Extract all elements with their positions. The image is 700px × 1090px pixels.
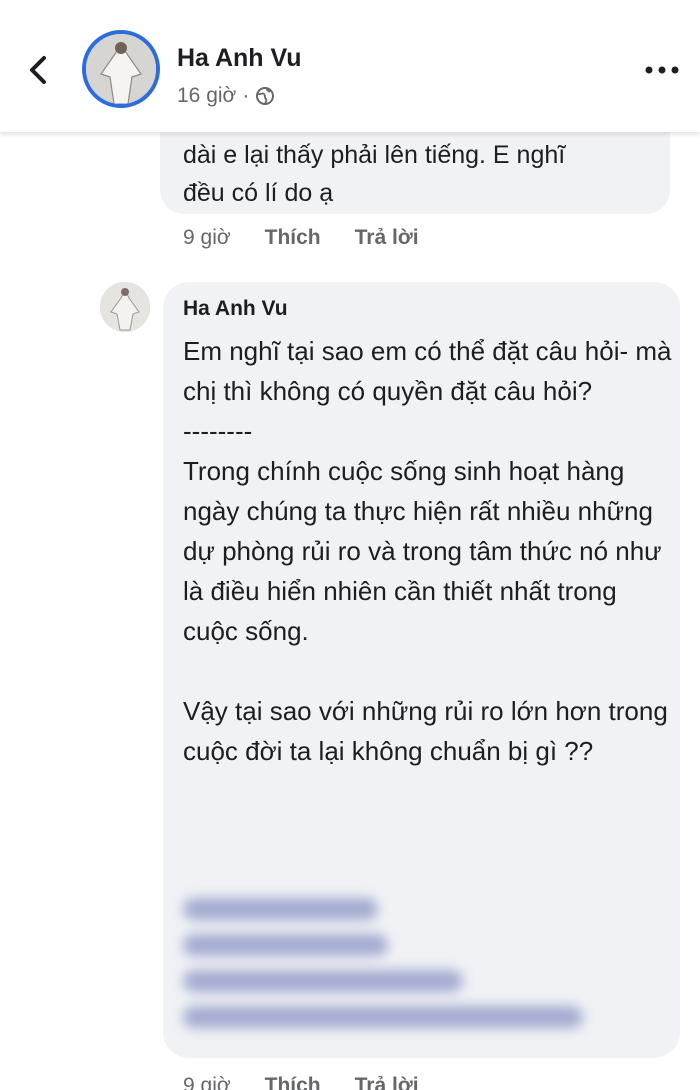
reply-time: 9 giờ xyxy=(183,1074,231,1090)
more-options-button[interactable] xyxy=(640,58,684,82)
post-header: Ha Anh Vu 16 giờ · xyxy=(0,0,700,132)
meta-separator: · xyxy=(242,84,250,107)
comment-actions: 9 giờ Thích Trả lời xyxy=(183,226,419,250)
reply-button[interactable]: Trả lời xyxy=(355,1074,419,1090)
avatar[interactable] xyxy=(82,30,160,108)
reply-divider: -------- xyxy=(183,416,253,446)
comment-thread-screen: dài e lại thấy phải lên tiếng. E nghĩ đề… xyxy=(0,0,700,1090)
redacted-text xyxy=(183,898,653,1042)
more-horizontal-icon xyxy=(645,66,679,74)
like-button[interactable]: Thích xyxy=(265,1074,321,1090)
redacted-line xyxy=(183,1006,583,1028)
redacted-line xyxy=(183,970,463,992)
comment-time: 9 giờ xyxy=(183,226,231,249)
reply-paragraph: Em nghĩ tại sao em có thể đặt câu hỏi- m… xyxy=(183,336,672,406)
post-time[interactable]: 16 giờ xyxy=(177,84,236,108)
reply-paragraph: Vậy tại sao với những rủi ro lớn hơn tro… xyxy=(183,696,668,766)
back-button[interactable] xyxy=(18,48,58,92)
like-button[interactable]: Thích xyxy=(265,226,321,250)
reply-author-name[interactable]: Ha Anh Vu xyxy=(183,297,288,321)
post-meta: 16 giờ · xyxy=(177,84,275,108)
reply-paragraph: Trong chính cuộc sống sinh hoạt hàng ngà… xyxy=(183,456,662,646)
redacted-line xyxy=(183,898,378,920)
reply-actions: 9 giờ Thích Trả lời xyxy=(183,1074,419,1090)
author-name[interactable]: Ha Anh Vu xyxy=(177,44,302,73)
avatar[interactable] xyxy=(100,282,150,332)
redacted-line xyxy=(183,934,388,956)
chevron-left-icon xyxy=(30,56,46,84)
comment-line: dài e lại thấy phải lên tiếng. E nghĩ xyxy=(183,141,566,169)
comment-line: đều có lí do ạ xyxy=(183,179,334,207)
reply-button[interactable]: Trả lời xyxy=(355,226,419,250)
reply-text: Em nghĩ tại sao em có thể đặt câu hỏi- m… xyxy=(183,331,673,771)
globe-icon xyxy=(256,87,275,105)
comment-text: dài e lại thấy phải lên tiếng. E nghĩ đề… xyxy=(183,136,663,212)
